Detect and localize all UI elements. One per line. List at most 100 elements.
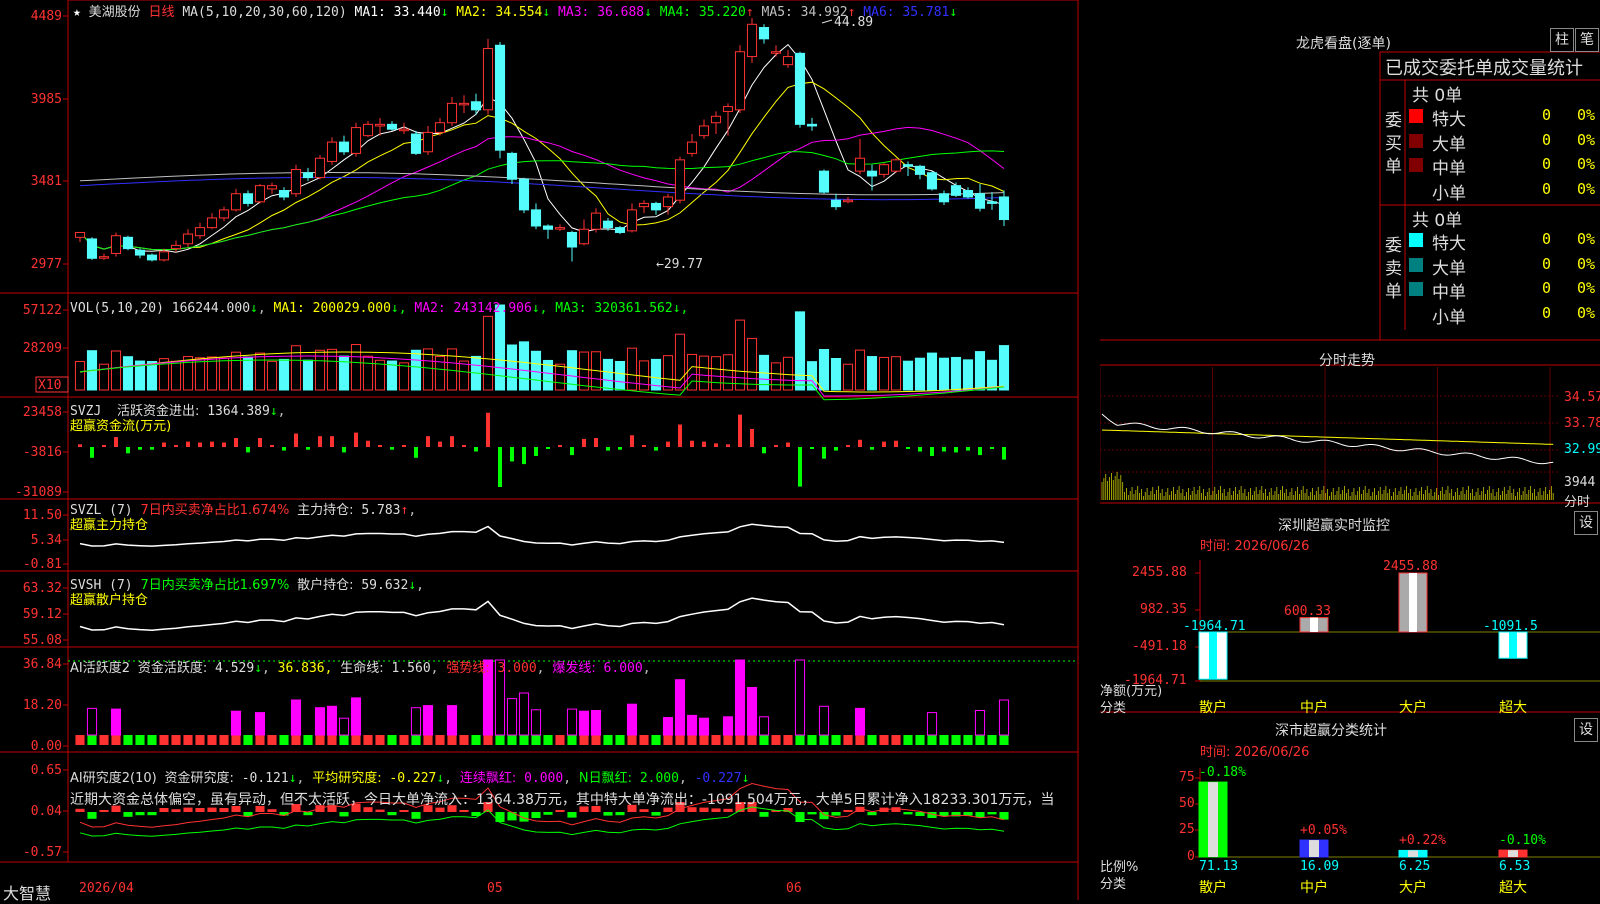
active-bar <box>794 659 806 736</box>
flow-bar <box>930 447 934 456</box>
flow-bar <box>570 447 574 456</box>
active-base-bar <box>375 735 385 745</box>
flow-bar <box>234 438 238 447</box>
flow-bar <box>294 433 298 447</box>
ai-last-value: -0.227 <box>694 771 742 786</box>
class-tick-1: 50 <box>1179 796 1195 811</box>
candle <box>302 172 314 179</box>
flow-bar <box>114 437 118 447</box>
class-settings-button[interactable]: 设 <box>1574 718 1598 742</box>
active-base-bar <box>579 735 589 745</box>
right-panel: 龙虎看盘(逐单) 柱 笔 已成交委托单成交量统计 委买单 委卖单 共 0单 共 … <box>1100 0 1600 900</box>
candle <box>746 23 758 58</box>
monitor-title: 深圳超赢实时监控 <box>1278 518 1390 534</box>
flow-bar <box>78 444 82 447</box>
vol-ma-line <box>79 355 1005 397</box>
ai-research-value: -0.121 <box>241 771 289 786</box>
active-base-bar <box>879 735 889 745</box>
volume-bar <box>98 363 110 391</box>
candle <box>578 228 590 245</box>
y-tick-label: 0.00 <box>31 739 62 754</box>
svsh-arrow: ↓ <box>408 578 417 593</box>
bar-view-button[interactable]: 柱 <box>1550 28 1574 52</box>
candle <box>710 115 722 124</box>
class-cat-2: 大户 <box>1399 880 1427 896</box>
kline-chart-area[interactable]: 4489 3985 3481 2977 57122 28209 X10 23458 -3816 -… <box>0 0 1100 900</box>
ai-burst-label: 爆发线: <box>552 661 596 676</box>
y-tick-label: 3985 <box>31 92 62 107</box>
monitor-bar-label-1: 600.33 <box>1284 603 1331 619</box>
active-bar <box>254 712 266 736</box>
candle <box>230 193 242 211</box>
active-base-bar <box>651 735 661 745</box>
active-bar <box>566 708 578 736</box>
active-base-bar <box>123 735 133 745</box>
buy-swatch-2 <box>1409 158 1423 172</box>
volume-bar <box>902 360 914 391</box>
research-bar <box>843 810 853 812</box>
flow-bar <box>558 445 562 447</box>
flow-bar <box>918 447 922 452</box>
active-bar <box>410 707 422 736</box>
period-label[interactable]: 日线 <box>149 5 175 20</box>
ma-item-6: MA6: 35.781 <box>855 5 950 20</box>
svsh-pct: 7日内买卖净占比1.697% <box>140 578 290 593</box>
candle <box>842 199 854 203</box>
tick-view-button[interactable]: 笔 <box>1575 28 1599 52</box>
active-base-bar <box>303 735 313 745</box>
vol-arrow: ↓ <box>250 301 258 316</box>
active-base-bar <box>867 735 877 745</box>
active-base-bar <box>195 735 205 745</box>
candle <box>806 123 818 127</box>
candle <box>638 202 650 208</box>
svsh-header: SVSH (7) 7日内买卖净占比1.697% 散户持仓: 59.632↓, 超… <box>70 578 424 608</box>
research-bar <box>531 812 541 818</box>
active-base-bar <box>423 735 433 745</box>
buy-row-count-1: 0 <box>1542 130 1552 149</box>
active-base-bar <box>711 735 721 745</box>
candle <box>110 235 122 254</box>
svzj-arrow: ↓ <box>269 404 278 419</box>
active-bar <box>578 710 590 736</box>
active-bar <box>626 703 638 736</box>
active-base-bar <box>555 735 565 745</box>
flow-bar <box>162 442 166 447</box>
active-base-bar <box>207 735 217 745</box>
monitor-settings-button[interactable]: 设 <box>1574 511 1598 535</box>
candle <box>794 52 806 125</box>
active-base-bar <box>783 735 793 745</box>
flow-bar <box>894 440 898 447</box>
svsh-title: SVSH (7) <box>70 578 133 593</box>
class-cat-1: 中户 <box>1300 880 1328 896</box>
candle <box>758 27 770 40</box>
vol-ma-item-1: MA1: 200029.000 <box>273 301 391 316</box>
buy-row-pct-1: 0% <box>1577 130 1596 149</box>
candle <box>86 238 98 259</box>
ma-item-3: MA3: 36.688 <box>550 5 645 20</box>
ai-avg-arrow: ↓ <box>436 771 445 786</box>
active-base-bar <box>891 735 901 745</box>
monitor-cat-2: 大户 <box>1399 700 1427 716</box>
flow-bar <box>402 445 406 447</box>
research-bar <box>831 812 841 816</box>
volume-bar <box>554 363 566 391</box>
svzj-title: SVZJ <box>70 404 102 419</box>
active-base-bar <box>135 735 145 745</box>
flow-bar <box>654 447 658 451</box>
vol-ma-line <box>79 359 1005 401</box>
active-base-bar <box>507 735 517 745</box>
active-base-bar <box>519 735 529 745</box>
candle <box>698 125 710 137</box>
candle <box>830 199 842 208</box>
stock-name[interactable]: 美湖股份 <box>89 5 141 20</box>
flow-bar <box>438 441 442 447</box>
volume-bar <box>206 356 218 391</box>
research-bar <box>999 812 1009 820</box>
active-base-bar <box>231 735 241 745</box>
ma-item-1: MA1: 33.440 <box>354 5 441 20</box>
low-price-label: ←29.77 <box>656 257 703 272</box>
class-cat-label: 分类 <box>1100 877 1127 892</box>
monitor-tick-3: -1964.71 <box>1124 673 1187 688</box>
research-bar <box>543 812 553 815</box>
sell-row-pct-2: 0% <box>1577 279 1596 297</box>
